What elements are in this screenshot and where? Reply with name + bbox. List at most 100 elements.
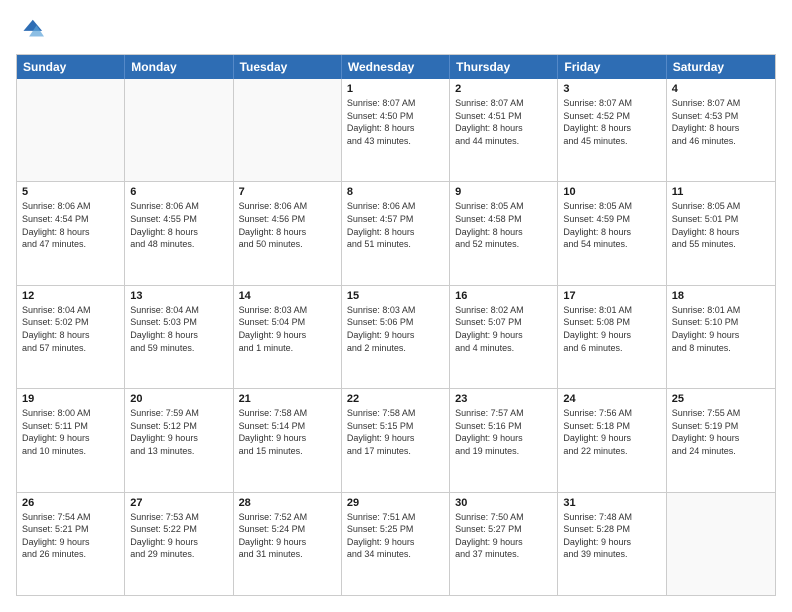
day-number: 4 <box>672 83 770 95</box>
day-info: Sunrise: 8:07 AM Sunset: 4:53 PM Dayligh… <box>672 97 770 147</box>
day-info: Sunrise: 7:59 AM Sunset: 5:12 PM Dayligh… <box>130 407 227 457</box>
day-info: Sunrise: 8:07 AM Sunset: 4:50 PM Dayligh… <box>347 97 444 147</box>
day-number: 3 <box>563 83 660 95</box>
col-header-wednesday: Wednesday <box>342 55 450 79</box>
calendar: SundayMondayTuesdayWednesdayThursdayFrid… <box>16 54 776 596</box>
day-number: 8 <box>347 186 444 198</box>
day-number: 1 <box>347 83 444 95</box>
week-row-5: 26 Sunrise: 7:54 AM Sunset: 5:21 PM Dayli… <box>17 493 775 595</box>
logo <box>16 16 46 44</box>
day-number: 31 <box>563 497 660 509</box>
cal-cell: 30Sunrise: 7:50 AM Sunset: 5:27 PM Dayli… <box>450 493 558 595</box>
cal-cell: 17 Sunrise: 8:01 AM Sunset: 5:08 PM Dayli… <box>558 286 666 388</box>
day-info: Sunrise: 7:48 AM Sunset: 5:28 PM Dayligh… <box>563 511 660 561</box>
day-info: Sunrise: 8:05 AM Sunset: 5:01 PM Dayligh… <box>672 200 770 250</box>
day-info: Sunrise: 7:54 AM Sunset: 5:21 PM Dayligh… <box>22 511 119 561</box>
cal-cell: 22 Sunrise: 7:58 AM Sunset: 5:15 PM Dayli… <box>342 389 450 491</box>
day-number: 28 <box>239 497 336 509</box>
cal-cell: 6 Sunrise: 8:06 AM Sunset: 4:55 PM Daylig… <box>125 182 233 284</box>
page: SundayMondayTuesdayWednesdayThursdayFrid… <box>0 0 792 612</box>
cal-cell: 26 Sunrise: 7:54 AM Sunset: 5:21 PM Dayli… <box>17 493 125 595</box>
day-number: 14 <box>239 290 336 302</box>
day-number: 15 <box>347 290 444 302</box>
cal-cell <box>234 79 342 181</box>
cal-cell: 5 Sunrise: 8:06 AM Sunset: 4:54 PM Daylig… <box>17 182 125 284</box>
col-header-thursday: Thursday <box>450 55 558 79</box>
week-row-3: 12 Sunrise: 8:04 AM Sunset: 5:02 PM Dayli… <box>17 286 775 389</box>
day-number: 25 <box>672 393 770 405</box>
cal-cell: 11 Sunrise: 8:05 AM Sunset: 5:01 PM Dayli… <box>667 182 775 284</box>
cal-cell: 12 Sunrise: 8:04 AM Sunset: 5:02 PM Dayli… <box>17 286 125 388</box>
cal-cell: 28 Sunrise: 7:52 AM Sunset: 5:24 PM Dayli… <box>234 493 342 595</box>
day-number: 2 <box>455 83 552 95</box>
cal-cell: 27Sunrise: 7:53 AM Sunset: 5:22 PM Dayli… <box>125 493 233 595</box>
day-number: 16 <box>455 290 552 302</box>
cal-cell: 4 Sunrise: 8:07 AM Sunset: 4:53 PM Daylig… <box>667 79 775 181</box>
day-info: Sunrise: 7:56 AM Sunset: 5:18 PM Dayligh… <box>563 407 660 457</box>
day-info: Sunrise: 8:06 AM Sunset: 4:57 PM Dayligh… <box>347 200 444 250</box>
calendar-header-row: SundayMondayTuesdayWednesdayThursdayFrid… <box>17 55 775 79</box>
day-info: Sunrise: 8:01 AM Sunset: 5:08 PM Dayligh… <box>563 304 660 354</box>
day-number: 29 <box>347 497 444 509</box>
cal-cell <box>17 79 125 181</box>
day-info: Sunrise: 8:04 AM Sunset: 5:02 PM Dayligh… <box>22 304 119 354</box>
cal-cell: 10 Sunrise: 8:05 AM Sunset: 4:59 PM Dayli… <box>558 182 666 284</box>
day-info: Sunrise: 8:03 AM Sunset: 5:06 PM Dayligh… <box>347 304 444 354</box>
day-number: 18 <box>672 290 770 302</box>
cal-cell <box>125 79 233 181</box>
col-header-tuesday: Tuesday <box>234 55 342 79</box>
day-info: Sunrise: 7:52 AM Sunset: 5:24 PM Dayligh… <box>239 511 336 561</box>
day-info: Sunrise: 8:06 AM Sunset: 4:56 PM Dayligh… <box>239 200 336 250</box>
cal-cell: 29 Sunrise: 7:51 AM Sunset: 5:25 PM Dayli… <box>342 493 450 595</box>
day-info: Sunrise: 8:05 AM Sunset: 4:58 PM Dayligh… <box>455 200 552 250</box>
day-info: Sunrise: 7:57 AM Sunset: 5:16 PM Dayligh… <box>455 407 552 457</box>
day-info: Sunrise: 7:51 AM Sunset: 5:25 PM Dayligh… <box>347 511 444 561</box>
day-number: 12 <box>22 290 119 302</box>
cal-cell: 18 Sunrise: 8:01 AM Sunset: 5:10 PM Dayli… <box>667 286 775 388</box>
cal-cell: 9 Sunrise: 8:05 AM Sunset: 4:58 PM Daylig… <box>450 182 558 284</box>
day-info: Sunrise: 8:06 AM Sunset: 4:54 PM Dayligh… <box>22 200 119 250</box>
day-number: 24 <box>563 393 660 405</box>
day-info: Sunrise: 8:07 AM Sunset: 4:51 PM Dayligh… <box>455 97 552 147</box>
day-number: 26 <box>22 497 119 509</box>
week-row-4: 19Sunrise: 8:00 AM Sunset: 5:11 PM Dayli… <box>17 389 775 492</box>
day-number: 21 <box>239 393 336 405</box>
day-info: Sunrise: 7:55 AM Sunset: 5:19 PM Dayligh… <box>672 407 770 457</box>
day-info: Sunrise: 8:05 AM Sunset: 4:59 PM Dayligh… <box>563 200 660 250</box>
cal-cell: 7 Sunrise: 8:06 AM Sunset: 4:56 PM Daylig… <box>234 182 342 284</box>
cal-cell: 24 Sunrise: 7:56 AM Sunset: 5:18 PM Dayli… <box>558 389 666 491</box>
header <box>16 16 776 44</box>
cal-cell: 2 Sunrise: 8:07 AM Sunset: 4:51 PM Daylig… <box>450 79 558 181</box>
col-header-sunday: Sunday <box>17 55 125 79</box>
day-info: Sunrise: 7:58 AM Sunset: 5:15 PM Dayligh… <box>347 407 444 457</box>
cal-cell: 3Sunrise: 8:07 AM Sunset: 4:52 PM Daylig… <box>558 79 666 181</box>
cal-cell: 31 Sunrise: 7:48 AM Sunset: 5:28 PM Dayli… <box>558 493 666 595</box>
day-number: 9 <box>455 186 552 198</box>
col-header-saturday: Saturday <box>667 55 775 79</box>
day-number: 17 <box>563 290 660 302</box>
cal-cell: 20Sunrise: 7:59 AM Sunset: 5:12 PM Dayli… <box>125 389 233 491</box>
cal-cell: 14 Sunrise: 8:03 AM Sunset: 5:04 PM Dayli… <box>234 286 342 388</box>
day-number: 7 <box>239 186 336 198</box>
cal-cell: 15 Sunrise: 8:03 AM Sunset: 5:06 PM Dayli… <box>342 286 450 388</box>
logo-icon <box>16 16 44 44</box>
day-info: Sunrise: 8:03 AM Sunset: 5:04 PM Dayligh… <box>239 304 336 354</box>
week-row-2: 5 Sunrise: 8:06 AM Sunset: 4:54 PM Daylig… <box>17 182 775 285</box>
calendar-body: 1 Sunrise: 8:07 AM Sunset: 4:50 PM Daylig… <box>17 79 775 595</box>
day-number: 10 <box>563 186 660 198</box>
day-info: Sunrise: 7:58 AM Sunset: 5:14 PM Dayligh… <box>239 407 336 457</box>
cal-cell: 19Sunrise: 8:00 AM Sunset: 5:11 PM Dayli… <box>17 389 125 491</box>
day-number: 6 <box>130 186 227 198</box>
week-row-1: 1 Sunrise: 8:07 AM Sunset: 4:50 PM Daylig… <box>17 79 775 182</box>
day-info: Sunrise: 8:01 AM Sunset: 5:10 PM Dayligh… <box>672 304 770 354</box>
day-number: 23 <box>455 393 552 405</box>
day-info: Sunrise: 8:02 AM Sunset: 5:07 PM Dayligh… <box>455 304 552 354</box>
day-number: 5 <box>22 186 119 198</box>
day-number: 22 <box>347 393 444 405</box>
col-header-monday: Monday <box>125 55 233 79</box>
cal-cell <box>667 493 775 595</box>
day-number: 11 <box>672 186 770 198</box>
day-info: Sunrise: 8:06 AM Sunset: 4:55 PM Dayligh… <box>130 200 227 250</box>
cal-cell: 13Sunrise: 8:04 AM Sunset: 5:03 PM Dayli… <box>125 286 233 388</box>
cal-cell: 25 Sunrise: 7:55 AM Sunset: 5:19 PM Dayli… <box>667 389 775 491</box>
